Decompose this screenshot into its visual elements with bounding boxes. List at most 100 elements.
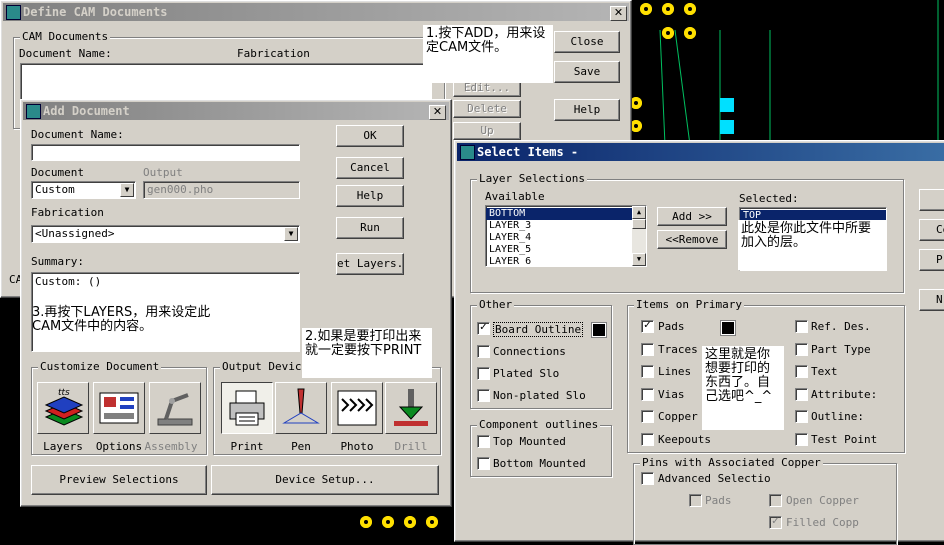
annotation-note-5-text: 这里就是你想要打印的东西了。自己选吧^_^: [705, 347, 773, 404]
layers-tool-button[interactable]: tts: [37, 382, 89, 434]
pcb-pad: [404, 516, 416, 528]
assembly-tool-button[interactable]: [149, 382, 201, 434]
ref-des-checkbox[interactable]: [795, 320, 808, 333]
help-button[interactable]: Help: [554, 99, 620, 121]
pads-color[interactable]: [720, 320, 736, 336]
available-layer-item[interactable]: LAYER_5: [486, 244, 646, 256]
close-icon[interactable]: ✕: [610, 6, 627, 21]
remove-layer-button-label: <<Remove: [665, 233, 719, 246]
plated-slots-label: Plated Slo: [493, 367, 560, 380]
document-type-select[interactable]: Custom ▼: [31, 181, 136, 199]
open-copper-checkbox[interactable]: [769, 494, 782, 507]
vias-checkbox[interactable]: [641, 388, 654, 401]
cancel-button[interactable]: Cancel: [336, 157, 404, 179]
pins-pads-label: Pads: [705, 494, 732, 507]
select-items-titlebar: Select Items -: [457, 143, 944, 161]
keepouts-checkbox[interactable]: [641, 433, 654, 446]
pcb-pad: [662, 3, 674, 15]
help-button[interactable]: Help: [336, 185, 404, 207]
fabrication-select[interactable]: <Unassigned> ▼: [31, 225, 300, 243]
ref-des-label: Ref. Des.: [811, 320, 871, 333]
available-scrollbar[interactable]: ▲ ▼: [632, 206, 646, 266]
ok-button-partial[interactable]: [919, 189, 944, 211]
ok-button[interactable]: OK: [336, 125, 404, 147]
document-name-input[interactable]: [31, 144, 300, 161]
bottom-mounted-label: Bottom Mounted: [493, 457, 586, 470]
board-outline-color[interactable]: [591, 322, 607, 338]
filled-copper-checkbox[interactable]: ✓: [769, 516, 782, 529]
preview-button-partial[interactable]: Pr: [919, 249, 944, 271]
options-label: Options: [95, 440, 143, 453]
chevron-down-icon[interactable]: ▼: [284, 227, 298, 241]
drill-device-button[interactable]: [385, 382, 437, 434]
copper-checkbox[interactable]: [641, 410, 654, 423]
cancel-button-partial[interactable]: Ce: [919, 219, 944, 241]
add-document-window: Add Document ✕ Document Name: Document O…: [20, 99, 452, 507]
open-copper-label: Open Copper: [786, 494, 859, 507]
device-setup-button[interactable]: Device Setup...: [211, 465, 439, 495]
available-layer-item[interactable]: LAYER_3: [486, 220, 646, 232]
print-device-button[interactable]: [221, 382, 273, 434]
fabrication-label: Fabrication: [31, 206, 104, 219]
items-on-primary-label: Items on Primary: [634, 298, 744, 311]
annotation-note-5: 这里就是你想要打印的东西了。自己选吧^_^: [702, 346, 784, 430]
chevron-down-icon[interactable]: ▼: [120, 183, 134, 197]
close-button[interactable]: Close: [554, 31, 620, 53]
advanced-selection-checkbox[interactable]: [641, 472, 654, 485]
device-setup-label: Device Setup...: [275, 473, 375, 486]
save-button[interactable]: Save: [554, 61, 620, 83]
available-layer-item[interactable]: BOTTOM: [486, 208, 646, 220]
test-point-label: Test Point: [811, 433, 878, 446]
next-button-partial[interactable]: N: [919, 289, 944, 311]
test-point-checkbox[interactable]: [795, 433, 808, 446]
pads-checkbox[interactable]: ✓: [641, 320, 654, 333]
available-layers-list[interactable]: BOTTOM LAYER_3 LAYER_4 LAYER_5 LAYER_6 ▲…: [485, 205, 647, 267]
cam-documents-label: CAM Documents: [20, 30, 111, 43]
pcb-pad: [382, 516, 394, 528]
customize-document-label: Customize Document: [38, 360, 162, 373]
pads-label: Pads: [658, 320, 685, 333]
board-outline-label: Board Outline: [493, 322, 584, 337]
app-icon: [26, 104, 41, 119]
available-layer-item[interactable]: LAYER_4: [486, 232, 646, 244]
run-button[interactable]: Run: [336, 217, 404, 239]
preview-selections-label: Preview Selections: [59, 473, 179, 486]
up-button[interactable]: Up: [453, 122, 521, 140]
available-layer-item[interactable]: LAYER_6: [486, 256, 646, 266]
scroll-up-icon[interactable]: ▲: [632, 206, 646, 219]
pcb-pad: [684, 3, 696, 15]
remove-layer-button[interactable]: <<Remove: [657, 230, 727, 249]
scroll-thumb[interactable]: [632, 219, 646, 229]
bottom-mounted-checkbox[interactable]: [477, 457, 490, 470]
lines-checkbox[interactable]: [641, 365, 654, 378]
pen-device-button[interactable]: [275, 382, 327, 434]
delete-button[interactable]: Delete: [453, 100, 521, 118]
add-layer-button[interactable]: Add >>: [657, 207, 727, 226]
cam-documents-list[interactable]: [20, 63, 432, 101]
preview-selections-button[interactable]: Preview Selections: [31, 465, 207, 495]
outline-checkbox[interactable]: [795, 410, 808, 423]
connections-checkbox[interactable]: [477, 345, 490, 358]
options-tool-button[interactable]: [93, 382, 145, 434]
available-label: Available: [485, 190, 545, 203]
photo-device-button[interactable]: [331, 382, 383, 434]
assembly-label: Assembly: [144, 440, 198, 453]
set-layers-button[interactable]: et Layers..: [336, 253, 404, 275]
copper-label: Copper: [658, 410, 698, 423]
plated-slots-checkbox[interactable]: [477, 367, 490, 380]
board-outline-checkbox[interactable]: ✓: [477, 322, 490, 335]
text-checkbox[interactable]: [795, 365, 808, 378]
pins-pads-checkbox[interactable]: [689, 494, 702, 507]
non-plated-slots-checkbox[interactable]: [477, 389, 490, 402]
non-plated-slots-label: Non-plated Slo: [493, 389, 586, 402]
part-type-checkbox[interactable]: [795, 343, 808, 356]
summary-label: Summary:: [31, 255, 84, 268]
photo-plotter-icon: [337, 390, 377, 426]
app-icon: [460, 145, 475, 160]
attribute-checkbox[interactable]: [795, 388, 808, 401]
top-mounted-checkbox[interactable]: [477, 435, 490, 448]
scroll-down-icon[interactable]: ▼: [632, 253, 646, 266]
traces-checkbox[interactable]: [641, 343, 654, 356]
vias-label: Vias: [658, 388, 685, 401]
close-icon[interactable]: ✕: [429, 105, 446, 120]
